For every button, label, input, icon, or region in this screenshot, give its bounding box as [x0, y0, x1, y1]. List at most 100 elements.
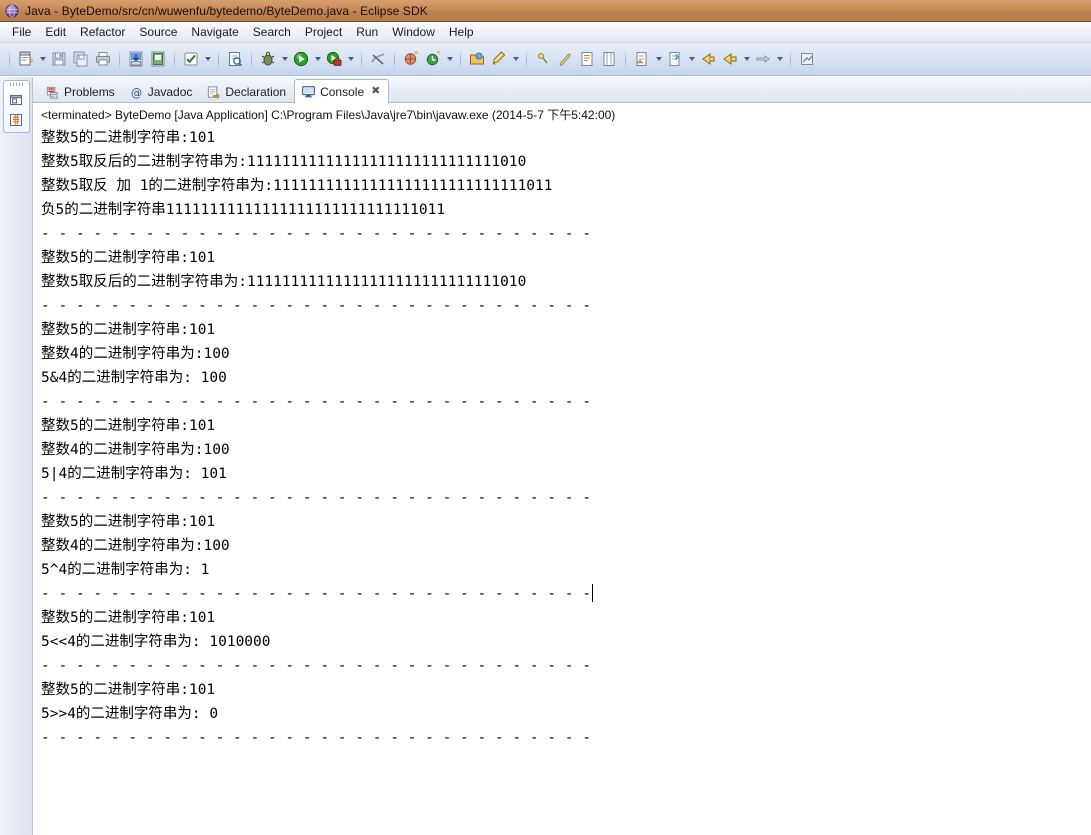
toolbar-separator — [9, 48, 10, 70]
toolbar-separator — [119, 48, 120, 70]
open-task-icon[interactable] — [466, 48, 488, 70]
console-line: 整数4的二进制字符串为:100 — [41, 442, 230, 458]
console-line: - - - - - - - - - - - - - - - - - - - - … — [41, 298, 591, 314]
search-dropdown-arrow[interactable] — [510, 48, 521, 70]
eclipse-window: Java - ByteDemo/src/cn/wuwenfu/bytedemo/… — [0, 0, 1091, 835]
new-wizard-dropdown-arrow[interactable] — [37, 48, 48, 70]
save-icon[interactable] — [48, 48, 70, 70]
new-java-package-icon[interactable] — [400, 48, 422, 70]
console-line: 整数5取反后的二进制字符串为:1111111111111111111111111… — [41, 154, 527, 170]
toolbar-separator — [218, 48, 219, 70]
console-output-area[interactable]: <terminated> ByteDemo [Java Application]… — [33, 103, 1091, 835]
menu-item-navigate[interactable]: Navigate — [184, 24, 245, 41]
print-icon[interactable] — [92, 48, 114, 70]
menu-item-file[interactable]: File — [5, 24, 38, 41]
external-tools-icon[interactable] — [323, 48, 345, 70]
workbench-body: Problems @ Javadoc Declaration Console ✖… — [0, 77, 1091, 835]
toggle-block-selection-icon[interactable] — [576, 48, 598, 70]
tab-problems[interactable]: Problems — [39, 81, 123, 103]
menu-item-edit[interactable]: Edit — [38, 24, 73, 41]
toolbar-separator — [361, 48, 362, 70]
menu-item-refactor[interactable]: Refactor — [73, 24, 132, 41]
console-icon — [302, 86, 315, 98]
back-history-dropdown-arrow[interactable] — [653, 48, 664, 70]
tab-console-label: Console — [320, 84, 365, 99]
toolbar-separator — [394, 48, 395, 70]
tab-declaration[interactable]: Declaration — [200, 81, 294, 103]
import-icon[interactable] — [125, 48, 147, 70]
tab-javadoc-label: Javadoc — [147, 85, 193, 99]
forward-history-icon[interactable] — [664, 48, 686, 70]
toolbar-separator — [174, 48, 175, 70]
console-line: 5>>4的二进制字符串为: 0 — [41, 706, 219, 722]
console-line: - - - - - - - - - - - - - - - - - - - - … — [41, 226, 591, 242]
console-line: 整数5的二进制字符串:101 — [41, 610, 216, 626]
new-java-class-dropdown-arrow[interactable] — [444, 48, 455, 70]
main-toolbar — [0, 43, 1091, 76]
back-arrow-icon[interactable] — [719, 48, 741, 70]
console-line: - - - - - - - - - - - - - - - - - - - - … — [41, 730, 591, 746]
save-all-icon[interactable] — [70, 48, 92, 70]
build-all-dropdown-arrow[interactable] — [202, 48, 213, 70]
skip-breakpoints-icon[interactable] — [367, 48, 389, 70]
fast-view-bar — [0, 77, 33, 835]
console-line: 整数5的二进制字符串:101 — [41, 514, 216, 530]
fast-view-drag-handle[interactable] — [9, 83, 23, 86]
console-line: 5|4的二进制字符串为: 101 — [41, 466, 227, 482]
run-icon[interactable] — [290, 48, 312, 70]
last-edit-location-icon[interactable] — [697, 48, 719, 70]
debug-icon[interactable] — [257, 48, 279, 70]
menu-item-project[interactable]: Project — [298, 24, 349, 41]
console-line: 整数5的二进制字符串:101 — [41, 322, 216, 338]
menu-item-run[interactable]: Run — [349, 24, 385, 41]
console-line: 负5的二进制字符串1111111111111111111111111111101… — [41, 202, 446, 218]
view-tab-strip: Problems @ Javadoc Declaration Console ✖ — [33, 77, 1091, 104]
menu-item-help[interactable]: Help — [442, 24, 481, 41]
console-view-stack: Problems @ Javadoc Declaration Console ✖… — [33, 77, 1091, 835]
console-text[interactable]: 整数5的二进制字符串:101 整数5取反后的二进制字符串为:11111111111… — [33, 126, 1091, 750]
previous-annotation-icon[interactable] — [554, 48, 576, 70]
export-icon[interactable] — [147, 48, 169, 70]
forward-arrow-dropdown-arrow[interactable] — [774, 48, 785, 70]
new-wizard-icon[interactable] — [15, 48, 37, 70]
console-line: 整数4的二进制字符串为:100 — [41, 346, 230, 362]
restore-perspective-icon[interactable] — [8, 92, 24, 108]
tab-javadoc[interactable]: @ Javadoc — [123, 81, 201, 103]
package-explorer-icon[interactable] — [8, 112, 24, 128]
problems-icon — [46, 86, 58, 99]
text-caret — [591, 584, 593, 602]
tab-console[interactable]: Console ✖ — [294, 79, 390, 104]
menu-item-source[interactable]: Source — [132, 24, 184, 41]
debug-dropdown-arrow[interactable] — [279, 48, 290, 70]
console-line: 整数5的二进制字符串:101 — [41, 250, 216, 266]
console-line: - - - - - - - - - - - - - - - - - - - - … — [41, 658, 591, 674]
console-launch-header: <terminated> ByteDemo [Java Application]… — [41, 108, 616, 122]
pin-console-icon[interactable] — [796, 48, 818, 70]
console-line: 5<<4的二进制字符串为: 1010000 — [41, 634, 271, 650]
console-line: 5^4的二进制字符串为: 1 — [41, 562, 210, 578]
console-line: - - - - - - - - - - - - - - - - - - - - … — [41, 490, 591, 506]
forward-arrow-icon[interactable] — [752, 48, 774, 70]
open-type-icon[interactable] — [224, 48, 246, 70]
new-java-class-icon[interactable] — [422, 48, 444, 70]
tab-declaration-label: Declaration — [225, 85, 287, 99]
menu-item-search[interactable]: Search — [246, 24, 298, 41]
console-line: 整数4的二进制字符串为:100 — [41, 538, 230, 554]
close-icon[interactable]: ✖ — [371, 86, 380, 97]
run-dropdown-arrow[interactable] — [312, 48, 323, 70]
menu-item-window[interactable]: Window — [385, 24, 442, 41]
title-bar: Java - ByteDemo/src/cn/wuwenfu/bytedemo/… — [0, 0, 1091, 22]
declaration-icon — [208, 85, 221, 99]
console-line: 整数5取反后的二进制字符串为:1111111111111111111111111… — [41, 274, 527, 290]
build-all-icon[interactable] — [180, 48, 202, 70]
toolbar-separator — [251, 48, 252, 70]
search-icon[interactable] — [488, 48, 510, 70]
back-arrow-dropdown-arrow[interactable] — [741, 48, 752, 70]
toolbar-separator — [625, 48, 626, 70]
next-annotation-icon[interactable] — [532, 48, 554, 70]
back-history-icon[interactable] — [631, 48, 653, 70]
console-line: 5&4的二进制字符串为: 100 — [41, 370, 227, 386]
external-tools-dropdown-arrow[interactable] — [345, 48, 356, 70]
show-whitespace-icon[interactable] — [598, 48, 620, 70]
forward-history-dropdown-arrow[interactable] — [686, 48, 697, 70]
